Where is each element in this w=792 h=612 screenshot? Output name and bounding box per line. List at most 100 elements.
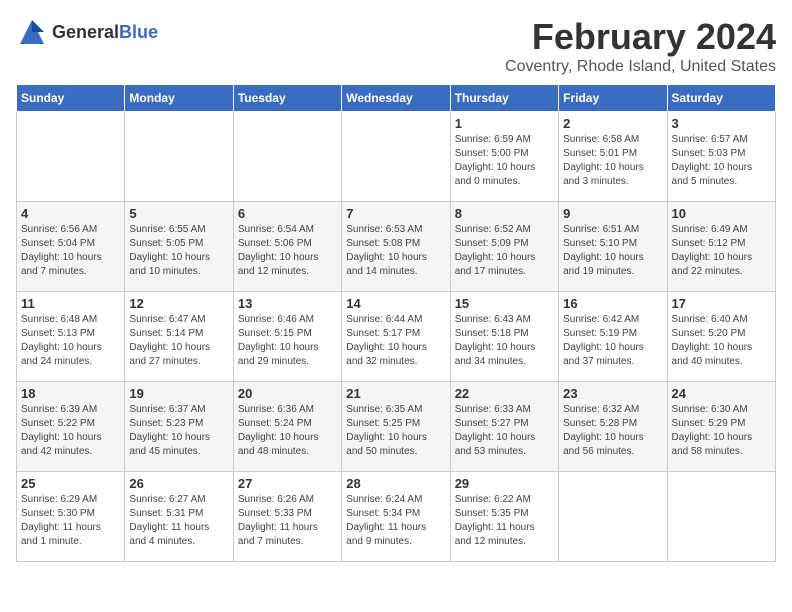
- day-info: Sunrise: 6:55 AMSunset: 5:05 PMDaylight:…: [129, 223, 228, 279]
- day-cell: 17 Sunrise: 6:40 AMSunset: 5:20 PMDayligh…: [667, 292, 775, 382]
- calendar-body: 1 Sunrise: 6:59 AMSunset: 5:00 PMDaylight…: [17, 112, 776, 562]
- day-cell: 18Sunrise: 6:39 AMSunset: 5:22 PMDayligh…: [17, 382, 125, 472]
- day-number: 8: [455, 206, 554, 221]
- day-number: 6: [238, 206, 337, 221]
- day-info: Sunrise: 6:27 AMSunset: 5:31 PMDaylight:…: [129, 493, 228, 549]
- day-info: Sunrise: 6:32 AMSunset: 5:28 PMDaylight:…: [563, 403, 662, 459]
- title-area: February 2024 Coventry, Rhode Island, Un…: [505, 16, 776, 76]
- day-cell: 13 Sunrise: 6:46 AMSunset: 5:15 PMDayligh…: [233, 292, 341, 382]
- day-cell: 14Sunrise: 6:44 AMSunset: 5:17 PMDayligh…: [342, 292, 450, 382]
- day-info: Sunrise: 6:42 AMSunset: 5:19 PMDaylight:…: [563, 313, 662, 369]
- day-number: 1: [455, 116, 554, 131]
- day-info: Sunrise: 6:58 AMSunset: 5:01 PMDaylight:…: [563, 133, 662, 189]
- day-cell: [17, 112, 125, 202]
- logo-general: GeneralBlue: [52, 22, 158, 43]
- day-info: Sunrise: 6:40 AMSunset: 5:20 PMDaylight:…: [672, 313, 771, 369]
- week-row-5: 25Sunrise: 6:29 AMSunset: 5:30 PMDayligh…: [17, 472, 776, 562]
- day-info: Sunrise: 6:26 AMSunset: 5:33 PMDaylight:…: [238, 493, 337, 549]
- day-number: 5: [129, 206, 228, 221]
- week-row-2: 4 Sunrise: 6:56 AMSunset: 5:04 PMDaylight…: [17, 202, 776, 292]
- col-sunday: Sunday: [17, 85, 125, 112]
- day-info: Sunrise: 6:52 AMSunset: 5:09 PMDaylight:…: [455, 223, 554, 279]
- day-number: 9: [563, 206, 662, 221]
- day-cell: 26Sunrise: 6:27 AMSunset: 5:31 PMDayligh…: [125, 472, 233, 562]
- day-info: Sunrise: 6:47 AMSunset: 5:14 PMDaylight:…: [129, 313, 228, 369]
- day-info: Sunrise: 6:24 AMSunset: 5:34 PMDaylight:…: [346, 493, 445, 549]
- day-number: 20: [238, 386, 337, 401]
- day-info: Sunrise: 6:36 AMSunset: 5:24 PMDaylight:…: [238, 403, 337, 459]
- day-number: 27: [238, 476, 337, 491]
- day-info: Sunrise: 6:33 AMSunset: 5:27 PMDaylight:…: [455, 403, 554, 459]
- day-cell: 20 Sunrise: 6:36 AMSunset: 5:24 PMDayligh…: [233, 382, 341, 472]
- day-info: Sunrise: 6:56 AMSunset: 5:04 PMDaylight:…: [21, 223, 120, 279]
- day-number: 28: [346, 476, 445, 491]
- day-info: Sunrise: 6:44 AMSunset: 5:17 PMDaylight:…: [346, 313, 445, 369]
- day-info: Sunrise: 6:54 AMSunset: 5:06 PMDaylight:…: [238, 223, 337, 279]
- day-cell: 12 Sunrise: 6:47 AMSunset: 5:14 PMDayligh…: [125, 292, 233, 382]
- day-cell: [342, 112, 450, 202]
- day-cell: 10 Sunrise: 6:49 AMSunset: 5:12 PMDayligh…: [667, 202, 775, 292]
- day-number: 4: [21, 206, 120, 221]
- week-row-4: 18Sunrise: 6:39 AMSunset: 5:22 PMDayligh…: [17, 382, 776, 472]
- day-info: Sunrise: 6:59 AMSunset: 5:00 PMDaylight:…: [455, 133, 554, 189]
- day-cell: [233, 112, 341, 202]
- day-cell: 22 Sunrise: 6:33 AMSunset: 5:27 PMDayligh…: [450, 382, 558, 472]
- day-number: 22: [455, 386, 554, 401]
- day-cell: 21 Sunrise: 6:35 AMSunset: 5:25 PMDayligh…: [342, 382, 450, 472]
- location-title: Coventry, Rhode Island, United States: [505, 58, 776, 76]
- day-number: 3: [672, 116, 771, 131]
- day-cell: 24 Sunrise: 6:30 AMSunset: 5:29 PMDayligh…: [667, 382, 775, 472]
- day-number: 29: [455, 476, 554, 491]
- day-cell: 29 Sunrise: 6:22 AMSunset: 5:35 PMDayligh…: [450, 472, 558, 562]
- day-info: Sunrise: 6:29 AMSunset: 5:30 PMDaylight:…: [21, 493, 120, 549]
- week-row-3: 11 Sunrise: 6:48 AMSunset: 5:13 PMDayligh…: [17, 292, 776, 382]
- day-number: 12: [129, 296, 228, 311]
- day-number: 17: [672, 296, 771, 311]
- week-row-1: 1 Sunrise: 6:59 AMSunset: 5:00 PMDaylight…: [17, 112, 776, 202]
- day-cell: 8 Sunrise: 6:52 AMSunset: 5:09 PMDaylight…: [450, 202, 558, 292]
- day-number: 13: [238, 296, 337, 311]
- day-number: 7: [346, 206, 445, 221]
- day-info: Sunrise: 6:49 AMSunset: 5:12 PMDaylight:…: [672, 223, 771, 279]
- header-row: Sunday Monday Tuesday Wednesday Thursday…: [17, 85, 776, 112]
- day-number: 11: [21, 296, 120, 311]
- month-title: February 2024: [505, 16, 776, 58]
- day-info: Sunrise: 6:46 AMSunset: 5:15 PMDaylight:…: [238, 313, 337, 369]
- calendar-table: Sunday Monday Tuesday Wednesday Thursday…: [16, 84, 776, 562]
- day-info: Sunrise: 6:51 AMSunset: 5:10 PMDaylight:…: [563, 223, 662, 279]
- day-cell: 5 Sunrise: 6:55 AMSunset: 5:05 PMDaylight…: [125, 202, 233, 292]
- day-cell: 23 Sunrise: 6:32 AMSunset: 5:28 PMDayligh…: [559, 382, 667, 472]
- day-cell: 28 Sunrise: 6:24 AMSunset: 5:34 PMDayligh…: [342, 472, 450, 562]
- day-info: Sunrise: 6:30 AMSunset: 5:29 PMDaylight:…: [672, 403, 771, 459]
- day-info: Sunrise: 6:37 AMSunset: 5:23 PMDaylight:…: [129, 403, 228, 459]
- day-cell: 27 Sunrise: 6:26 AMSunset: 5:33 PMDayligh…: [233, 472, 341, 562]
- day-cell: 3 Sunrise: 6:57 AMSunset: 5:03 PMDaylight…: [667, 112, 775, 202]
- day-cell: 16Sunrise: 6:42 AMSunset: 5:19 PMDayligh…: [559, 292, 667, 382]
- day-info: Sunrise: 6:22 AMSunset: 5:35 PMDaylight:…: [455, 493, 554, 549]
- col-wednesday: Wednesday: [342, 85, 450, 112]
- day-cell: [559, 472, 667, 562]
- logo: GeneralBlue: [16, 16, 158, 48]
- day-number: 10: [672, 206, 771, 221]
- day-cell: [125, 112, 233, 202]
- day-info: Sunrise: 6:43 AMSunset: 5:18 PMDaylight:…: [455, 313, 554, 369]
- day-number: 23: [563, 386, 662, 401]
- day-number: 19: [129, 386, 228, 401]
- col-saturday: Saturday: [667, 85, 775, 112]
- day-info: Sunrise: 6:48 AMSunset: 5:13 PMDaylight:…: [21, 313, 120, 369]
- day-number: 21: [346, 386, 445, 401]
- day-cell: 6 Sunrise: 6:54 AMSunset: 5:06 PMDaylight…: [233, 202, 341, 292]
- day-cell: 7Sunrise: 6:53 AMSunset: 5:08 PMDaylight…: [342, 202, 450, 292]
- col-friday: Friday: [559, 85, 667, 112]
- day-info: Sunrise: 6:57 AMSunset: 5:03 PMDaylight:…: [672, 133, 771, 189]
- header: GeneralBlue February 2024 Coventry, Rhod…: [16, 16, 776, 76]
- day-number: 18: [21, 386, 120, 401]
- day-cell: 19 Sunrise: 6:37 AMSunset: 5:23 PMDayligh…: [125, 382, 233, 472]
- day-cell: 9 Sunrise: 6:51 AMSunset: 5:10 PMDaylight…: [559, 202, 667, 292]
- logo-icon: [16, 16, 48, 48]
- day-cell: 1 Sunrise: 6:59 AMSunset: 5:00 PMDaylight…: [450, 112, 558, 202]
- day-info: Sunrise: 6:35 AMSunset: 5:25 PMDaylight:…: [346, 403, 445, 459]
- col-monday: Monday: [125, 85, 233, 112]
- day-number: 24: [672, 386, 771, 401]
- day-cell: 11 Sunrise: 6:48 AMSunset: 5:13 PMDayligh…: [17, 292, 125, 382]
